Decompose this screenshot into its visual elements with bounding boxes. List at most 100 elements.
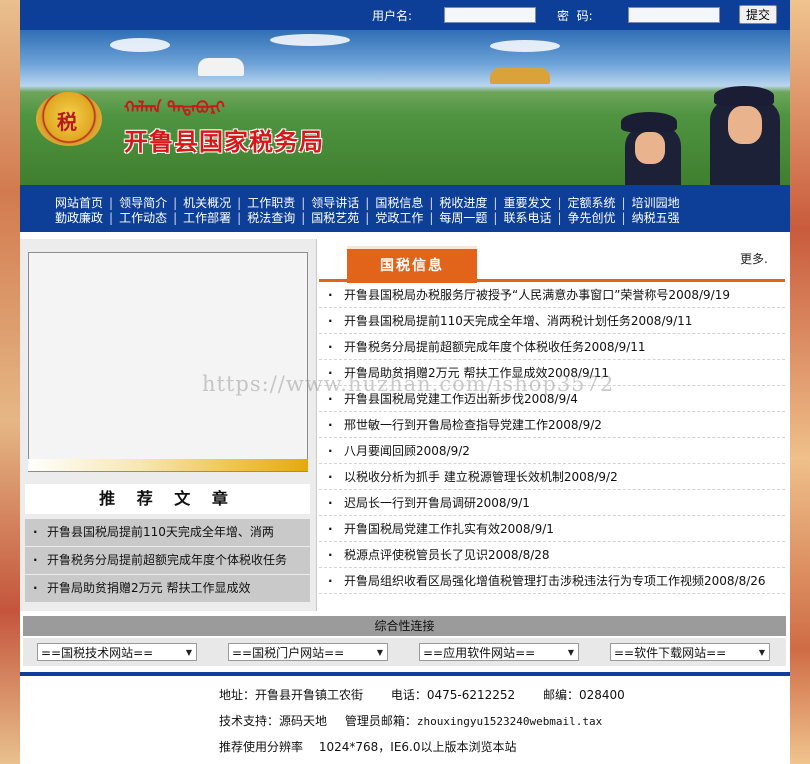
- nav-separator: |: [429, 196, 434, 210]
- app-software-site-select[interactable]: ==应用软件网站==: [419, 643, 579, 662]
- nav-separator: |: [301, 196, 306, 210]
- news-panel: 国税信息 更多. 开鲁县国税局办税服务厅被授予“人民满意办事窗口”荣誉称号200…: [319, 239, 790, 611]
- news-item[interactable]: 开鲁国税局党建工作扎实有效2008/9/1: [319, 516, 785, 542]
- news-item[interactable]: 税源点评使税管员长了见识2008/8/28: [319, 542, 785, 568]
- nav-separator: |: [237, 211, 242, 225]
- nav-link[interactable]: 纳税五强: [632, 211, 680, 225]
- nav-row-2: 勤政廉政 | 工作动态 | 工作部署 | 税法查询 | 国税艺苑 | 党政工作 | 每周一题 | 联系电话 |…: [55, 209, 680, 225]
- footer-resolution: 推荐使用分辨率 1024*768，IE6.0以上版本浏览本站: [219, 738, 517, 755]
- site-title: 开鲁县国家税务局: [124, 127, 324, 156]
- nav-link[interactable]: 税收进度: [439, 196, 487, 210]
- cloud: [270, 34, 350, 46]
- yurt: [490, 68, 550, 84]
- footer-phone: 电话：0475-6212252: [390, 688, 516, 702]
- yurt: [198, 58, 244, 76]
- nav-link[interactable]: 工作动态: [119, 211, 167, 225]
- photo-frame: [28, 252, 308, 472]
- news-item[interactable]: 开鲁局组织收看区局强化增值税管理打击涉税违法行为专项工作视频2008/8/26: [319, 568, 785, 594]
- nav-link[interactable]: 联系电话: [503, 211, 551, 225]
- nav-link[interactable]: 税法查询: [247, 211, 295, 225]
- nav-link[interactable]: 领导讲话: [311, 196, 359, 210]
- cloud: [110, 38, 170, 52]
- cloud: [490, 40, 560, 52]
- nav-link[interactable]: 工作职责: [247, 196, 295, 210]
- news-item[interactable]: 八月要闻回顾2008/9/2: [319, 438, 785, 464]
- news-item[interactable]: 开鲁县国税局提前110天完成全年增、消两税计划任务2008/9/11: [319, 308, 785, 334]
- nav-separator: |: [109, 196, 114, 210]
- footer-zip: 邮编：028400: [543, 688, 625, 702]
- mongolian-title: ᠬᠠᠯᠬᠠ ᠲᠠᠲᠠᠪᠤᠷᠢ: [124, 98, 225, 117]
- recommend-list: 开鲁县国税局提前110天完成全年增、消两 开鲁税务分局提前超额完成年度个体税收任…: [25, 519, 310, 603]
- footer-divider: [20, 672, 790, 676]
- nav-separator: |: [365, 196, 370, 210]
- tax-emblem-icon: 税: [36, 92, 102, 146]
- header-banner: 税 ᠬᠠᠯᠬᠠ ᠲᠠᠲᠠᠪᠤᠷᠢ 开鲁县国家税务局: [20, 30, 790, 185]
- footer-address: 地址：开鲁县开鲁镇工农街: [219, 688, 364, 702]
- nav-separator: |: [557, 211, 562, 225]
- nav-separator: |: [237, 196, 242, 210]
- more-link[interactable]: 更多.: [740, 250, 768, 267]
- password-input[interactable]: [628, 7, 720, 23]
- main-nav: 网站首页 | 领导简介 | 机关概况 | 工作职责 | 领导讲话 | 国税信息 | 税收进度 | 重要发文 |…: [20, 185, 790, 232]
- nav-link[interactable]: 网站首页: [55, 196, 103, 210]
- watermark-text: https://www.huzhan.com/ishop3572: [202, 372, 615, 396]
- footer-contact: 地址：开鲁县开鲁镇工农街 电话：0475-6212252 邮编：028400: [219, 686, 625, 703]
- recommend-title: 推 荐 文 章: [25, 484, 310, 514]
- nav-link[interactable]: 国税信息: [375, 196, 423, 210]
- username-label: 用户名:: [372, 9, 413, 23]
- recommend-item[interactable]: 开鲁税务分局提前超额完成年度个体税收任务: [25, 547, 310, 575]
- links-row: ==国税技术网站== ==国税门户网站== ==应用软件网站== ==软件下载网…: [23, 638, 786, 666]
- footer-email-label: 管理员邮箱：: [344, 714, 417, 728]
- news-list: 开鲁县国税局办税服务厅被授予“人民满意办事窗口”荣誉称号2008/9/19 开鲁…: [319, 282, 785, 594]
- right-decoration: [790, 0, 810, 764]
- nav-row-1: 网站首页 | 领导简介 | 机关概况 | 工作职责 | 领导讲话 | 国税信息 | 税收进度 | 重要发文 |…: [55, 194, 680, 210]
- photo-bar: [28, 459, 308, 471]
- nav-link[interactable]: 机关概况: [183, 196, 231, 210]
- officer-figure: [710, 86, 780, 185]
- nav-link[interactable]: 每周一题: [439, 211, 487, 225]
- nav-link[interactable]: 争先创优: [568, 211, 616, 225]
- officer-figure: [621, 112, 681, 185]
- left-decoration: [0, 0, 20, 764]
- nav-link[interactable]: 勤政廉政: [55, 211, 103, 225]
- tax-portal-site-select[interactable]: ==国税门户网站==: [228, 643, 388, 662]
- news-item[interactable]: 迟局长一行到开鲁局调研2008/9/1: [319, 490, 785, 516]
- recommend-item[interactable]: 开鲁县国税局提前110天完成全年增、消两: [25, 519, 310, 547]
- username-input[interactable]: [444, 7, 536, 23]
- news-item[interactable]: 开鲁县国税局办税服务厅被授予“人民满意办事窗口”荣誉称号2008/9/19: [319, 282, 785, 308]
- nav-separator: |: [493, 196, 498, 210]
- footer-tech-support: 技术支持：源码天地: [219, 714, 328, 728]
- tax-tech-site-select[interactable]: ==国税技术网站==: [37, 643, 197, 662]
- nav-separator: |: [301, 211, 306, 225]
- login-bar: 用户名: 密 码: 提交: [20, 0, 790, 30]
- nav-separator: |: [621, 211, 626, 225]
- nav-link[interactable]: 国税艺苑: [311, 211, 359, 225]
- recommend-item[interactable]: 开鲁局助贫捐赠2万元 帮扶工作显成效: [25, 575, 310, 603]
- nav-link[interactable]: 党政工作: [375, 211, 423, 225]
- news-item[interactable]: 以税收分析为抓手 建立税源管理长效机制2008/9/2: [319, 464, 785, 490]
- news-item[interactable]: 开鲁税务分局提前超额完成年度个体税收任务2008/9/11: [319, 334, 785, 360]
- footer-resolution-label: 推荐使用分辨率: [219, 740, 304, 754]
- password-label: 密 码:: [557, 9, 593, 23]
- links-header: 综合性连接: [23, 616, 786, 636]
- nav-link[interactable]: 领导简介: [119, 196, 167, 210]
- nav-separator: |: [365, 211, 370, 225]
- nav-link[interactable]: 工作部署: [183, 211, 231, 225]
- nav-separator: |: [173, 196, 178, 210]
- left-panel: 推 荐 文 章 开鲁县国税局提前110天完成全年增、消两 开鲁税务分局提前超额完…: [20, 239, 317, 611]
- news-item[interactable]: 邢世敏一行到开鲁局检查指导党建工作2008/9/2: [319, 412, 785, 438]
- footer-email[interactable]: zhouxingyu1523240webmail.tax: [417, 715, 602, 728]
- nav-link[interactable]: 定额系统: [568, 196, 616, 210]
- footer-support: 技术支持：源码天地 管理员邮箱：zhouxingyu1523240webmail…: [219, 712, 602, 729]
- footer-resolution-text: 1024*768，IE6.0以上版本浏览本站: [318, 740, 517, 754]
- nav-separator: |: [429, 211, 434, 225]
- software-download-site-select[interactable]: ==软件下载网站==: [610, 643, 770, 662]
- nav-link[interactable]: 重要发文: [503, 196, 551, 210]
- tab-tax-news[interactable]: 国税信息: [347, 246, 477, 283]
- nav-separator: |: [493, 211, 498, 225]
- nav-link[interactable]: 培训园地: [632, 196, 680, 210]
- nav-separator: |: [109, 211, 114, 225]
- page: 用户名: 密 码: 提交 税 ᠬᠠᠯᠬᠠ ᠲᠠᠲᠠᠪᠤᠷᠢ 开鲁县国家税务局 网…: [20, 0, 790, 764]
- submit-button[interactable]: 提交: [739, 5, 777, 24]
- nav-separator: |: [173, 211, 178, 225]
